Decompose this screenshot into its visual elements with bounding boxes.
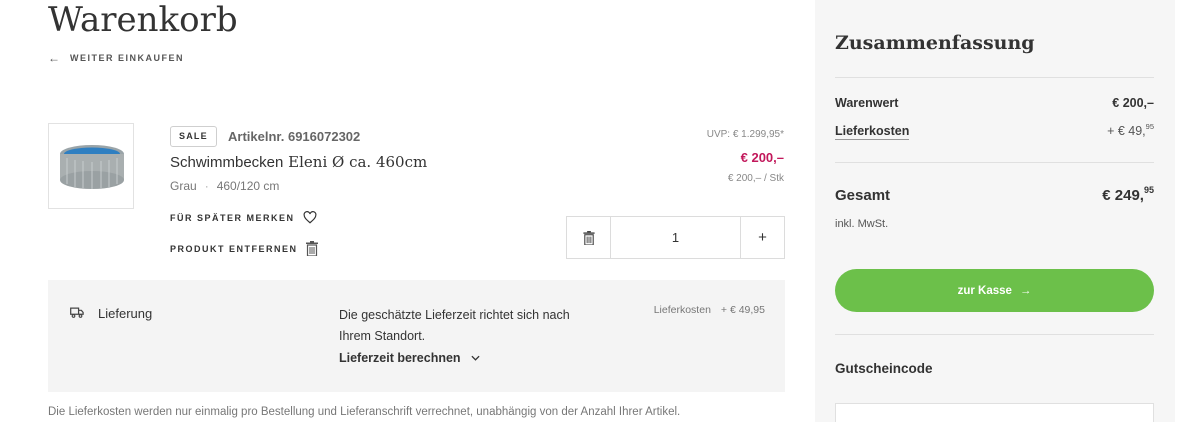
checkout-button[interactable]: zur Kasse → [835,269,1154,312]
vat-note: inkl. MwSt. [835,218,889,230]
uvp-price: UVP: € 1.299,95* [706,129,784,140]
coupon-input[interactable] [835,403,1154,422]
trash-icon [582,230,595,245]
delivery-cost-label: Lieferkosten [653,304,711,316]
shipping-footnote: Die Lieferkosten werden nur einmalig pro… [48,406,681,418]
calculate-delivery-label: Lieferzeit berechnen [339,351,461,365]
delivery-panel: Lieferung Die geschätzte Lieferzeit rich… [48,280,785,392]
quantity-value[interactable]: 1 [610,217,741,258]
coupon-label: Gutscheincode [835,361,933,376]
divider [835,77,1154,78]
delivery-cost: Lieferkosten + € 49,95 [654,304,765,316]
divider [835,334,1154,335]
pool-image [60,145,124,189]
cart-main: Warenkorb ← WEITER EINKAUFEN SALE Artike… [0,0,815,422]
product-name-rest: Eleni Ø ca. 460cm [288,153,428,171]
quantity-increase-button[interactable]: + [741,217,784,258]
goods-value: € 200,– [1112,96,1154,110]
continue-shopping-label: WEITER EINKAUFEN [70,53,184,63]
save-for-later-label: FÜR SPÄTER MERKEN [170,212,295,223]
delivery-label: Lieferung [98,306,153,321]
quantity-stepper: 1 + [566,216,785,259]
sale-badge: SALE [170,126,217,147]
product-name[interactable]: Schwimmbecken Eleni Ø ca. 460cm [170,153,427,171]
arrow-left-icon: ← [48,51,60,65]
chevron-down-icon [471,355,480,361]
remove-product-label: PRODUKT ENTFERNEN [170,243,298,254]
total-value: € 249,95 [1102,185,1154,204]
shipping-label[interactable]: Lieferkosten [835,124,910,140]
goods-value-row: Warenwert € 200,– [835,96,1154,110]
unit-price: € 200,– / Stk [727,173,784,184]
divider [835,162,1154,163]
product-name-bold: Schwimmbecken [170,154,284,171]
product-variant: Grau · 460/120 cm [170,179,280,193]
arrow-right-icon: → [1019,284,1032,297]
heart-icon [303,211,316,224]
delivery-cost-value: + € 49,95 [720,304,765,316]
variant-color: Grau [170,179,197,193]
summary-title: Zusammenfassung [835,32,1035,54]
page-title: Warenkorb [48,0,238,40]
variant-size: 460/120 cm [216,179,280,193]
quantity-trash-button[interactable] [567,217,610,258]
sale-price: € 200,– [740,150,784,165]
delivery-info: Die geschätzte Lieferzeit richtet sich n… [339,308,570,343]
total-label: Gesamt [835,187,891,204]
calculate-delivery-button[interactable]: Lieferzeit berechnen [339,351,480,365]
order-summary: Zusammenfassung Warenwert € 200,– Liefer… [815,0,1175,422]
trash-icon [305,241,318,256]
shipping-row: Lieferkosten + € 49,95 [835,122,1154,140]
save-for-later-button[interactable]: FÜR SPÄTER MERKEN [170,211,317,224]
total-row: Gesamt € 249,95 [835,185,1154,204]
goods-value-label: Warenwert [835,96,899,110]
continue-shopping-link[interactable]: ← WEITER EINKAUFEN [48,51,184,65]
remove-product-button[interactable]: PRODUKT ENTFERNEN [170,241,318,256]
shipping-value: + € 49,95 [1107,122,1154,138]
checkout-label: zur Kasse [957,284,1012,297]
article-number: Artikelnr. 6916072302 [228,129,361,144]
product-image[interactable] [48,123,134,209]
truck-icon [70,307,84,318]
